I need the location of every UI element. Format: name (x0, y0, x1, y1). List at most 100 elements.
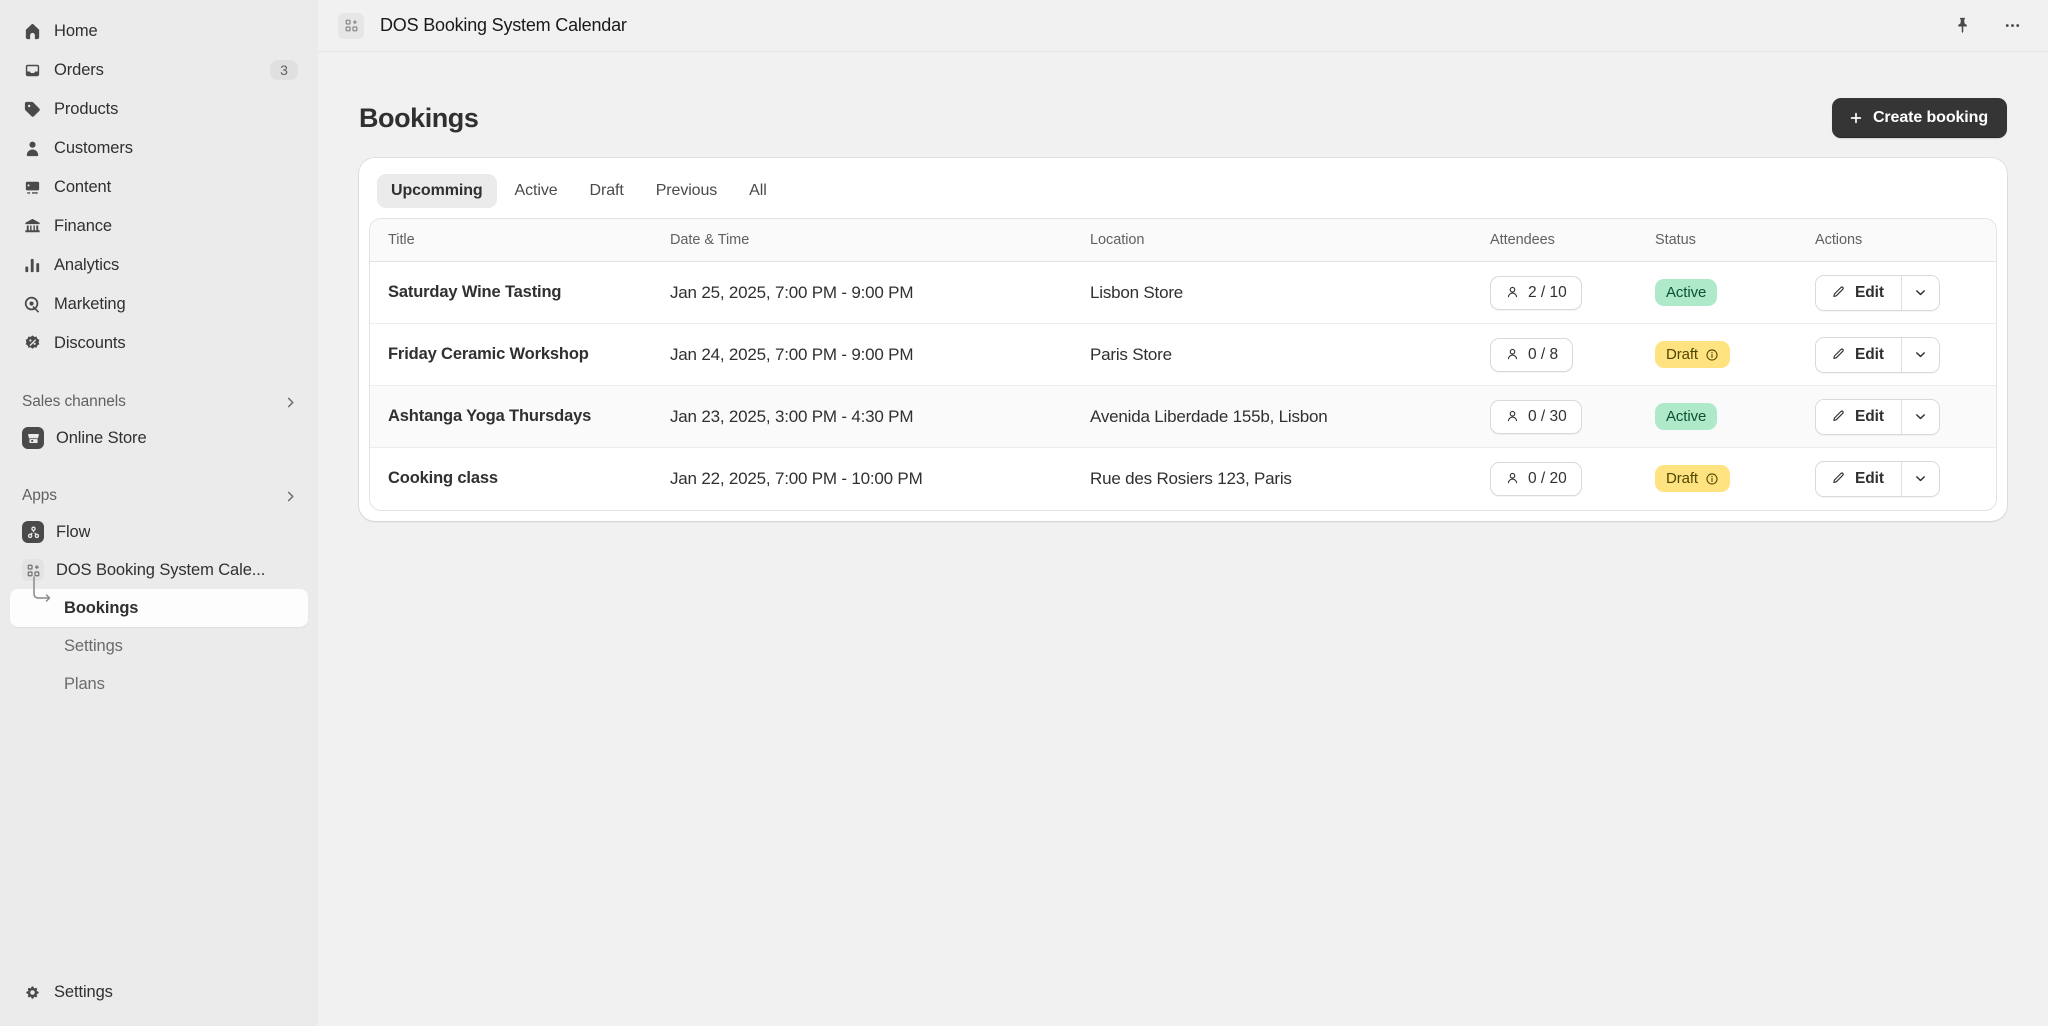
sidebar-item-orders[interactable]: Orders 3 (10, 51, 308, 89)
create-booking-button[interactable]: Create booking (1831, 98, 2007, 138)
tab-draft[interactable]: Draft (576, 174, 638, 208)
bookings-tabs: Upcomming Active Draft Previous All (369, 168, 1997, 218)
cell-title: Ashtanga Yoga Thursdays (370, 385, 670, 448)
chevron-down-icon[interactable] (1900, 275, 1939, 310)
edit-label: Edit (1855, 345, 1884, 363)
tab-previous[interactable]: Previous (642, 174, 731, 208)
edit-button[interactable]: Edit (1816, 275, 1901, 310)
sidebar-item-home[interactable]: Home (10, 12, 308, 50)
sidebar: Home Orders 3 Products Customers Content… (0, 0, 318, 1026)
table-body: Saturday Wine Tasting Jan 25, 2025, 7:00… (370, 261, 1996, 510)
info-icon[interactable] (1705, 472, 1719, 486)
pencil-icon (1831, 471, 1846, 486)
column-header-attendees: Attendees (1490, 219, 1655, 262)
sales-channels-section-header[interactable]: Sales channels (0, 385, 318, 419)
column-header-actions: Actions (1815, 219, 1996, 262)
cell-title: Saturday Wine Tasting (370, 261, 670, 324)
info-icon[interactable] (1705, 348, 1719, 362)
attendees-pill[interactable]: 0 / 30 (1490, 399, 1582, 434)
sidebar-item-customers[interactable]: Customers (10, 129, 308, 167)
table-row[interactable]: Saturday Wine Tasting Jan 25, 2025, 7:00… (370, 261, 1996, 324)
booking-location: Lisbon Store (1090, 282, 1184, 302)
table-row[interactable]: Cooking class Jan 22, 2025, 7:00 PM - 10… (370, 448, 1996, 510)
status-label: Draft (1666, 470, 1699, 488)
table-row[interactable]: Friday Ceramic Workshop Jan 24, 2025, 7:… (370, 323, 1996, 386)
cell-actions: Edit (1815, 261, 1996, 324)
sidebar-item-settings[interactable]: Settings (10, 627, 308, 665)
ellipsis-icon[interactable] (1998, 12, 2026, 40)
sidebar-item-marketing[interactable]: Marketing (10, 285, 308, 323)
tab-label: Draft (589, 182, 624, 199)
booking-datetime: Jan 22, 2025, 7:00 PM - 10:00 PM (670, 468, 923, 488)
chevron-right-icon (283, 395, 298, 410)
booking-title: Saturday Wine Tasting (388, 283, 562, 301)
bookings-card: Upcomming Active Draft Previous All Titl… (359, 158, 2007, 521)
topbar-actions (1948, 12, 2026, 40)
sidebar-item-label: Home (54, 21, 98, 40)
table-row[interactable]: Ashtanga Yoga Thursdays Jan 23, 2025, 3:… (370, 385, 1996, 448)
section-title: Apps (22, 487, 57, 504)
sidebar-item-content[interactable]: Content (10, 168, 308, 206)
pin-icon[interactable] (1948, 12, 1976, 40)
sidebar-item-settings-footer[interactable]: Settings (10, 973, 308, 1011)
edit-button[interactable]: Edit (1816, 337, 1901, 372)
column-header-location: Location (1090, 219, 1490, 262)
edit-button[interactable]: Edit (1816, 461, 1901, 496)
products-icon (22, 99, 42, 119)
sidebar-item-finance[interactable]: Finance (10, 207, 308, 245)
cell-datetime: Jan 22, 2025, 7:00 PM - 10:00 PM (670, 448, 1090, 510)
sidebar-item-plans[interactable]: Plans (10, 665, 308, 703)
attendees-pill[interactable]: 2 / 10 (1490, 275, 1582, 310)
sidebar-item-discounts[interactable]: Discounts (10, 324, 308, 362)
sidebar-item-dos-booking-system[interactable]: DOS Booking System Cale... (10, 551, 308, 589)
sidebar-item-products[interactable]: Products (10, 90, 308, 128)
attendees-count: 0 / 30 (1528, 407, 1567, 425)
sidebar-item-label: Settings (64, 636, 123, 655)
app-grid-icon (338, 12, 364, 39)
table-header: Title Date & Time Location Attendees Sta… (370, 219, 1996, 262)
actions-button-group: Edit (1815, 274, 1940, 311)
attendees-pill[interactable]: 0 / 20 (1490, 461, 1582, 496)
status-label: Active (1666, 408, 1707, 425)
tab-all[interactable]: All (735, 174, 780, 208)
sidebar-item-label: Finance (54, 216, 113, 235)
column-header-datetime: Date & Time (670, 219, 1090, 262)
sidebar-footer: Settings (0, 973, 318, 1026)
person-icon (1505, 471, 1520, 486)
pencil-icon (1831, 347, 1846, 362)
sidebar-item-flow[interactable]: Flow (10, 513, 308, 551)
tab-upcomming[interactable]: Upcomming (377, 174, 497, 208)
chevron-down-icon[interactable] (1900, 461, 1939, 496)
cell-attendees: 0 / 8 (1490, 323, 1655, 386)
booking-location: Avenida Liberdade 155b, Lisbon (1090, 406, 1328, 426)
cell-status: Draft (1655, 323, 1815, 386)
chevron-down-icon[interactable] (1900, 399, 1939, 434)
status-badge: Draft (1655, 465, 1731, 493)
edit-button[interactable]: Edit (1816, 399, 1901, 434)
status-label: Active (1666, 284, 1707, 301)
sidebar-item-label: Marketing (54, 294, 126, 313)
chevron-down-icon[interactable] (1900, 337, 1939, 372)
online-store-icon (22, 427, 44, 449)
attendees-count: 2 / 10 (1528, 283, 1567, 301)
booking-title: Friday Ceramic Workshop (388, 345, 589, 363)
orders-icon (22, 60, 42, 80)
actions-button-group: Edit (1815, 398, 1940, 435)
cell-status: Active (1655, 385, 1815, 448)
sidebar-item-analytics[interactable]: Analytics (10, 246, 308, 284)
attendees-pill[interactable]: 0 / 8 (1490, 337, 1574, 372)
pencil-icon (1831, 409, 1846, 424)
sidebar-item-label: Discounts (54, 333, 126, 352)
cell-location: Paris Store (1090, 323, 1490, 386)
flow-icon (22, 521, 44, 543)
sidebar-item-bookings[interactable]: Bookings (10, 589, 308, 627)
booking-datetime: Jan 24, 2025, 7:00 PM - 9:00 PM (670, 344, 914, 364)
cell-title: Friday Ceramic Workshop (370, 323, 670, 386)
cell-location: Lisbon Store (1090, 261, 1490, 324)
tab-active[interactable]: Active (501, 174, 572, 208)
sidebar-item-label: Online Store (56, 428, 147, 447)
table-header-row: Title Date & Time Location Attendees Sta… (370, 219, 1996, 262)
sidebar-item-online-store[interactable]: Online Store (10, 419, 308, 457)
page-content: Bookings Create booking Upcomming Active… (318, 52, 2048, 1026)
apps-section-header[interactable]: Apps (0, 479, 318, 513)
